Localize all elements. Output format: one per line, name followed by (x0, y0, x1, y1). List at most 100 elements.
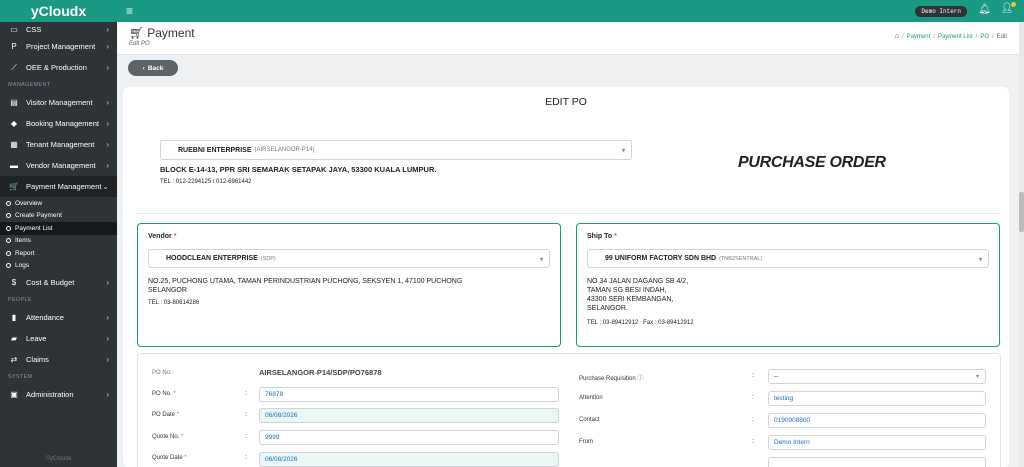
sidebar-item-label: Cost & Budget (26, 278, 75, 287)
supplier-select[interactable]: RUEBNI ENTERPRISE (AIRSELANGOR-P14) ▾ (160, 140, 632, 160)
breadcrumb: ⌂ / Payment / Payment List / PO / Edit (895, 33, 1007, 40)
home-icon[interactable]: ⌂ (895, 33, 899, 40)
leave-icon: ▰ (10, 334, 18, 343)
po-no-label: PO No. * (152, 391, 176, 397)
sidebar-item-label: Claims (26, 355, 49, 364)
ship-to-label-text: Ship To (587, 233, 613, 240)
ship-to-address-line: SELANGOR. (587, 305, 628, 312)
bell-icon[interactable]: 🔔︎ (978, 4, 991, 15)
ship-to-name: 99 UNIFORM FACTORY SDN BHD (605, 255, 717, 262)
project-icon: P (11, 42, 17, 51)
sidebar-item-booking-management[interactable]: ◆ Booking Management › (0, 113, 117, 134)
sidebar-item-label: Vendor Management (26, 161, 96, 170)
quote-no-input[interactable]: 9999 (259, 430, 559, 445)
scrollbar-thumb[interactable] (1019, 192, 1024, 232)
back-button-label: Back (147, 64, 164, 72)
chevron-right-icon: › (106, 98, 109, 107)
sidebar-item-cost-budget[interactable]: $ Cost & Budget › (0, 272, 117, 293)
user-avatar-icon[interactable]: 👤︎ (1000, 2, 1016, 17)
card-title: EDIT PO (545, 96, 587, 108)
sidebar-item-visitor-management[interactable]: ▤ Visitor Management › (0, 92, 117, 113)
attendance-icon: ▮ (11, 313, 17, 322)
from-label: From (579, 439, 593, 445)
ship-to-tel: TEL : 03-89412912 (587, 320, 639, 326)
sidebar-sub-create-payment[interactable]: Create Payment (0, 210, 117, 223)
breadcrumb-po[interactable]: PO (980, 34, 989, 40)
chevron-down-icon: ▾ (539, 257, 543, 263)
supplier-tel: TEL : 012-2294125 / 012-6961442 (160, 179, 252, 185)
sidebar-item-label: OEE & Production (26, 63, 87, 72)
sidebar-item-oee-production[interactable]: ⟋ OEE & Production › (0, 57, 117, 78)
attention-input[interactable]: testing (768, 391, 986, 406)
sidebar-sub-items[interactable]: Items (0, 235, 117, 248)
supplier-name: RUEBNI ENTERPRISE (178, 146, 252, 154)
sidebar-sub-logs[interactable]: Logs (0, 260, 117, 273)
sidebar-item-label: Visitor Management (26, 98, 93, 107)
chevron-right-icon: › (106, 42, 109, 51)
sidebar-item-label: Attendance (26, 313, 64, 322)
sidebar-item-payment-management[interactable]: 🛒 Payment Management ⌄ (0, 176, 117, 197)
user-badge[interactable]: Demo Intern (915, 6, 967, 17)
chevron-down-icon: ▾ (978, 257, 982, 263)
tenant-icon: ▦ (10, 140, 18, 149)
po-no-heading-label: PO No. (152, 370, 172, 376)
info-icon[interactable]: ⓘ (637, 376, 643, 382)
page-header: 🛒︎ Payment Edit PO ⌂ / Payment / Payment… (117, 22, 1019, 55)
required-marker: * (614, 233, 617, 240)
sub-item-label: Overview (15, 199, 43, 207)
sidebar-item-tenant-management[interactable]: ▦ Tenant Management › (0, 134, 117, 155)
ship-to-select[interactable]: 99 UNIFORM FACTORY SDN BHD (TNB2SENTRAL)… (587, 249, 989, 268)
purchase-requisition-select[interactable]: -- ▾ (768, 369, 986, 384)
po-date-input[interactable]: 06/08/2026 (259, 408, 559, 423)
sidebar-item-attendance[interactable]: ▮ Attendance › (0, 307, 117, 328)
from-input[interactable]: Demo Intern (768, 435, 986, 450)
vendor-icon: ▬ (10, 161, 18, 170)
breadcrumb-separator: / (991, 33, 994, 40)
breadcrumb-payment[interactable]: Payment (907, 34, 931, 40)
contact-input[interactable]: 0190908800 (768, 413, 986, 428)
chevron-right-icon: › (106, 119, 109, 128)
sidebar-item-vendor-management[interactable]: ▬ Vendor Management › (0, 155, 117, 176)
section-management: MANAGEMENT (8, 82, 51, 88)
colon: : (752, 416, 754, 423)
claims-icon: ⇄ (10, 355, 18, 364)
page-scrollbar[interactable] (1019, 22, 1024, 467)
breadcrumb-current: Edit (996, 33, 1007, 40)
chevron-right-icon: › (106, 63, 109, 72)
ship-to-contact: TEL : 03-89412912 Fax : 03-89412912 (587, 320, 694, 326)
required-marker: * (173, 391, 176, 397)
breadcrumb-payment-list[interactable]: Payment List (938, 34, 973, 40)
chevron-right-icon: › (106, 278, 109, 287)
required-marker: * (173, 233, 177, 240)
section-people: PEOPLE (8, 297, 32, 303)
vendor-select[interactable]: HOODCLEAN ENTERPRISE (SDP) ▾ (148, 249, 550, 268)
next-field-input[interactable] (768, 457, 986, 467)
sidebar-sub-report[interactable]: Report (0, 247, 117, 260)
sidebar-item-claims[interactable]: ⇄ Claims › (0, 349, 117, 370)
chevron-right-icon: › (106, 390, 109, 399)
sidebar-item-project-management[interactable]: P Project Management › (0, 36, 117, 57)
notification-dot (1011, 2, 1016, 7)
required-marker: * (176, 412, 180, 418)
sidebar-item-css[interactable]: ▭ CSS › (0, 22, 117, 36)
chevron-right-icon: › (106, 334, 109, 343)
contact-label: Contact (579, 417, 600, 423)
po-no-input[interactable]: 76878 (259, 387, 559, 402)
circle-icon (6, 238, 11, 244)
circle-icon (6, 263, 11, 269)
back-button[interactable]: ‹ Back (128, 60, 178, 76)
sub-item-label: Payment List (15, 224, 53, 232)
brand-logo[interactable]: yCloudx (0, 0, 117, 22)
menu-icon[interactable]: ≡ (126, 4, 133, 18)
attention-label: Attention (579, 395, 603, 401)
sidebar-sub-payment-list[interactable]: Payment List (0, 222, 117, 235)
sidebar-item-administration[interactable]: ▣ Administration › (0, 384, 117, 405)
edit-po-card: EDIT PO RUEBNI ENTERPRISE (AIRSELANGOR-P… (123, 87, 1009, 467)
sidebar-sub-overview[interactable]: Overview (0, 197, 117, 210)
visitor-icon: ▤ (10, 98, 18, 107)
quote-date-input[interactable]: 06/08/2026 (259, 452, 559, 467)
pr-label: Purchase Requisition ⓘ (579, 373, 643, 382)
chevron-down-icon: ▾ (975, 374, 979, 380)
sidebar-item-leave[interactable]: ▰ Leave › (0, 328, 117, 349)
sidebar-footer: ©yCloudx (0, 451, 117, 467)
